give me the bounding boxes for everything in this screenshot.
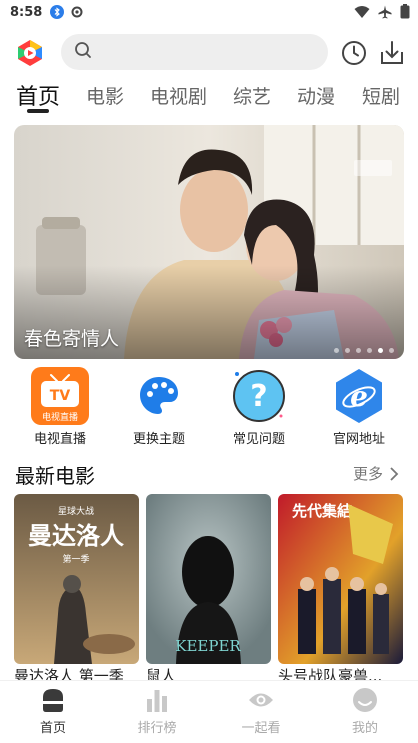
svg-text:e: e bbox=[350, 380, 368, 413]
svg-text:曼达洛人: 曼达洛人 bbox=[28, 522, 124, 550]
nav-label: 首页 bbox=[39, 721, 66, 736]
status-time: 8:58 bbox=[10, 4, 43, 20]
profile-icon bbox=[353, 688, 377, 712]
movie-list: 星球大战 曼达洛人 第一季 曼达洛人 第一季 KEEPER 鼠人 先代集結 头号… bbox=[0, 494, 418, 685]
banner-dot[interactable] bbox=[367, 348, 372, 353]
banner-dot[interactable] bbox=[334, 348, 339, 353]
featured-banner[interactable]: 春色寄情人 bbox=[14, 125, 404, 359]
search-bar[interactable] bbox=[61, 34, 328, 70]
nav-profile[interactable]: 我的 bbox=[330, 687, 400, 736]
tab-variety[interactable]: 综艺 bbox=[233, 82, 271, 109]
tab-short-drama[interactable]: 短剧 bbox=[362, 82, 400, 109]
shortcut-faq[interactable]: ? 常见问题 bbox=[219, 367, 299, 447]
movie-card-poster[interactable]: 星球大战 曼达洛人 第一季 bbox=[14, 494, 139, 664]
shortcut-label: 电视直播 bbox=[33, 432, 86, 447]
nav-label: 排行榜 bbox=[137, 721, 177, 736]
section-more-button[interactable]: 更多 bbox=[353, 463, 399, 484]
svg-text:电视直播: 电视直播 bbox=[42, 411, 78, 423]
shortcut-official-site[interactable]: e 官网地址 bbox=[319, 367, 399, 447]
svg-text:?: ? bbox=[250, 379, 267, 414]
tv-live-icon: TV 电视直播 bbox=[31, 367, 89, 425]
nav-watch-together[interactable]: 一起看 bbox=[226, 687, 296, 736]
nav-ranking[interactable]: 排行榜 bbox=[122, 687, 192, 736]
svg-text:先代集結: 先代集結 bbox=[292, 502, 352, 520]
svg-text:TV: TV bbox=[50, 388, 71, 404]
question-icon: ? bbox=[230, 367, 288, 425]
tab-anime[interactable]: 动漫 bbox=[297, 82, 335, 109]
banner-pagination bbox=[334, 348, 394, 353]
search-input[interactable] bbox=[100, 44, 320, 60]
section-title: 最新电影 bbox=[15, 464, 95, 488]
shortcut-label: 更换主题 bbox=[132, 432, 185, 447]
movie-card-poster[interactable]: 先代集結 bbox=[278, 494, 403, 664]
eye-icon bbox=[249, 693, 273, 707]
shortcut-grid: TV 电视直播 电视直播 更换主题 ? 常见问题 e 官网地址 bbox=[0, 367, 418, 451]
banner-dot[interactable] bbox=[345, 348, 350, 353]
nav-label: 我的 bbox=[351, 721, 378, 736]
top-bar bbox=[0, 32, 418, 74]
banner-title: 春色寄情人 bbox=[24, 328, 120, 350]
clock-icon bbox=[342, 41, 366, 65]
nav-label: 一起看 bbox=[241, 721, 281, 736]
shortcut-label: 常见问题 bbox=[232, 432, 285, 447]
banner-dot[interactable] bbox=[389, 348, 394, 353]
ranking-icon bbox=[147, 690, 167, 712]
tab-tv-series[interactable]: 电视剧 bbox=[150, 82, 207, 109]
history-button[interactable] bbox=[341, 40, 367, 66]
settings-gear-icon bbox=[70, 5, 84, 19]
shortcut-change-theme[interactable]: 更换主题 bbox=[119, 367, 199, 447]
banner-dot[interactable] bbox=[356, 348, 361, 353]
search-icon bbox=[74, 41, 92, 63]
browser-icon: e bbox=[330, 367, 388, 425]
banner-dot-active[interactable] bbox=[378, 348, 383, 353]
movie-card-poster[interactable]: KEEPER bbox=[146, 494, 271, 664]
bluetooth-icon bbox=[50, 5, 65, 19]
palette-icon bbox=[130, 367, 188, 425]
download-icon bbox=[381, 41, 403, 64]
svg-text:第一季: 第一季 bbox=[62, 553, 89, 565]
tab-active-indicator bbox=[27, 109, 49, 113]
nav-home[interactable]: 首页 bbox=[18, 687, 88, 736]
home-icon bbox=[43, 689, 63, 712]
bottom-navigation: 首页 排行榜 一起看 我的 bbox=[0, 680, 418, 743]
status-bar: 8:58 bbox=[0, 0, 418, 24]
app-logo-icon[interactable] bbox=[16, 39, 44, 67]
airplane-mode-icon bbox=[378, 5, 392, 23]
tab-home[interactable]: 首页 bbox=[16, 79, 60, 111]
download-button[interactable] bbox=[378, 39, 406, 67]
more-label: 更多 bbox=[353, 465, 384, 483]
wifi-icon bbox=[354, 5, 370, 23]
shortcut-tv-live[interactable]: TV 电视直播 电视直播 bbox=[20, 367, 100, 447]
svg-text:星球大战: 星球大战 bbox=[58, 505, 94, 517]
category-tabs: 首页 电影 电视剧 综艺 动漫 短剧 bbox=[0, 78, 418, 118]
chevron-right-icon bbox=[390, 466, 399, 481]
battery-icon bbox=[400, 4, 410, 23]
svg-text:KEEPER: KEEPER bbox=[175, 637, 241, 655]
shortcut-label: 官网地址 bbox=[332, 432, 385, 447]
tab-movies[interactable]: 电影 bbox=[86, 82, 124, 109]
